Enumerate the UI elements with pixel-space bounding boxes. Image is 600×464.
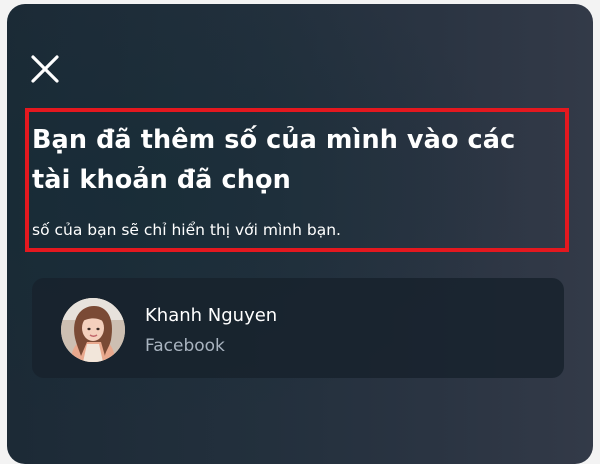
dialog-subtitle: số của bạn sẽ chỉ hiển thị với mình bạn. bbox=[32, 221, 341, 239]
dialog-title: Bạn đã thêm số của mình vào các tài khoả… bbox=[32, 125, 516, 195]
close-button[interactable] bbox=[28, 52, 62, 86]
dialog-screen: Bạn đã thêm số của mình vào các tài khoả… bbox=[7, 4, 593, 464]
account-platform: Facebook bbox=[145, 336, 225, 356]
account-card[interactable]: Khanh Nguyen Facebook bbox=[32, 278, 564, 378]
close-icon bbox=[31, 55, 59, 83]
avatar bbox=[61, 298, 125, 362]
account-name: Khanh Nguyen bbox=[145, 305, 278, 326]
avatar-illustration bbox=[61, 298, 125, 362]
